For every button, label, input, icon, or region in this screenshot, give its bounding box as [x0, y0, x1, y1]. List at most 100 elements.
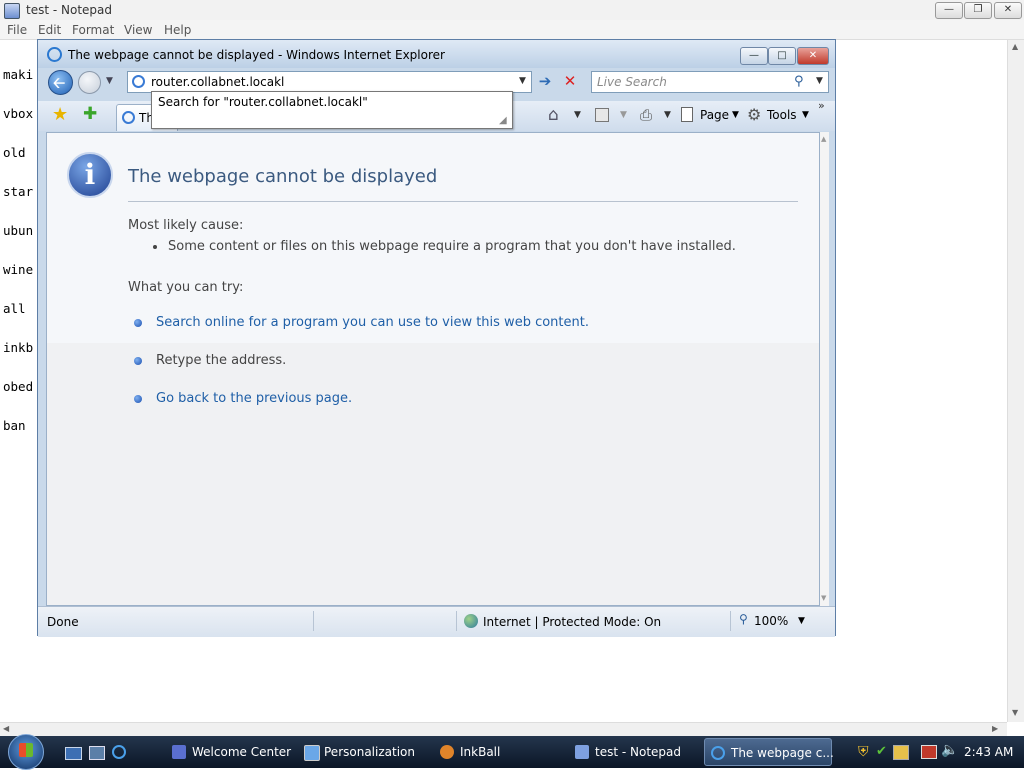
switch-windows-icon[interactable]	[89, 746, 105, 760]
notepad-close-button[interactable]: ✕	[994, 2, 1022, 19]
recent-pages-dropdown-icon[interactable]: ▼	[106, 76, 113, 86]
inkball-icon	[440, 745, 454, 759]
status-bar: Done Internet | Protected Mode: On ⚲ 100…	[38, 606, 835, 637]
info-icon: i	[67, 152, 113, 198]
error-heading: The webpage cannot be displayed	[128, 166, 438, 187]
tray-app-icon[interactable]	[893, 745, 909, 760]
search-online-link[interactable]: Search online for a program you can use …	[156, 315, 589, 330]
action-bullet-icon	[134, 395, 142, 403]
chevron-more-icon[interactable]: »	[818, 99, 825, 112]
heading-divider	[128, 201, 798, 202]
status-text: Done	[47, 615, 79, 629]
stop-button[interactable]: ✕	[560, 72, 580, 92]
taskbar-item-ie[interactable]: The webpage c...	[704, 738, 834, 766]
feeds-icon[interactable]	[595, 108, 609, 122]
notepad-horizontal-scrollbar[interactable]: ◀ ▶	[0, 722, 1007, 737]
notepad-minimize-button[interactable]: —	[935, 2, 963, 19]
home-dropdown-icon[interactable]: ▼	[574, 110, 581, 120]
print-dropdown-icon[interactable]: ▼	[664, 110, 671, 120]
page-icon	[681, 107, 693, 122]
print-icon[interactable]: ⎙	[640, 106, 652, 124]
taskbar-item-personalization[interactable]: Personalization	[298, 738, 428, 766]
address-input[interactable]: router.collabnet.locakl	[151, 75, 284, 89]
ie-close-button[interactable]: ✕	[797, 47, 829, 65]
back-arrow-icon: 🡠	[53, 74, 66, 92]
taskbar-item-label: test - Notepad	[595, 745, 681, 759]
search-icon[interactable]: ⚲	[794, 74, 804, 89]
volume-icon[interactable]: 🔈	[941, 742, 958, 758]
search-suggestion-item[interactable]: Search for "router.collabnet.locakl"	[158, 95, 368, 109]
text-line: inkb	[3, 340, 34, 355]
zoom-icon[interactable]: ⚲	[739, 612, 748, 626]
scroll-right-arrow-icon[interactable]: ▶	[992, 724, 998, 733]
menu-format[interactable]: Format	[72, 23, 114, 37]
taskbar-item-welcome-center[interactable]: Welcome Center	[166, 738, 291, 766]
address-dropdown-icon[interactable]: ▼	[519, 76, 526, 86]
security-shield-icon[interactable]: ⛨	[858, 744, 869, 760]
live-search-box[interactable]: Live Search ⚲ ▼	[591, 71, 829, 93]
notepad-title: test - Notepad	[26, 3, 112, 17]
security-zone-text[interactable]: Internet | Protected Mode: On	[483, 615, 661, 629]
resize-grip-icon[interactable]: ◢	[499, 115, 507, 126]
menu-edit[interactable]: Edit	[38, 23, 61, 37]
menu-file[interactable]: File	[7, 23, 27, 37]
menu-help[interactable]: Help	[164, 23, 191, 37]
scroll-down-arrow-icon[interactable]: ▼	[1012, 708, 1018, 717]
start-button[interactable]	[8, 734, 44, 770]
ie-window-title: The webpage cannot be displayed - Window…	[68, 48, 445, 62]
taskbar-item-notepad[interactable]: test - Notepad	[569, 738, 697, 766]
add-favorites-icon[interactable]: ✚	[83, 104, 97, 124]
tools-menu-label: Tools	[767, 108, 797, 122]
page-dropdown-icon: ▼	[732, 110, 739, 120]
show-desktop-icon[interactable]	[65, 747, 82, 760]
text-line: wine	[3, 262, 34, 277]
ie-logo-icon	[47, 47, 62, 62]
zoom-dropdown-icon[interactable]: ▼	[798, 616, 805, 626]
page-menu-label: Page	[700, 108, 730, 122]
tools-dropdown-icon: ▼	[802, 110, 809, 120]
content-scrollbar[interactable]: ▲ ▼	[820, 132, 829, 606]
gear-icon: ⚙	[747, 105, 762, 124]
try-label: What you can try:	[128, 280, 244, 295]
scroll-left-arrow-icon[interactable]: ◀	[3, 724, 9, 733]
text-line: ban	[3, 418, 34, 433]
menu-view[interactable]: View	[124, 23, 152, 37]
network-icon[interactable]	[921, 745, 937, 759]
quick-launch-ie-icon[interactable]	[112, 745, 126, 759]
clock[interactable]: 2:43 AM	[964, 745, 1013, 759]
favorites-star-icon[interactable]: ★	[52, 104, 68, 125]
page-ie-icon	[132, 75, 145, 88]
text-line: maki	[3, 67, 34, 82]
ie-maximize-button[interactable]: □	[768, 47, 796, 65]
search-options-dropdown-icon[interactable]: ▼	[816, 76, 823, 86]
go-back-link[interactable]: Go back to the previous page.	[156, 391, 352, 406]
text-line: old	[3, 145, 34, 160]
forward-button[interactable]	[78, 71, 101, 94]
taskbar-item-label: The webpage c...	[731, 746, 834, 760]
scroll-up-arrow-icon[interactable]: ▲	[1012, 42, 1018, 51]
globe-icon	[464, 614, 478, 628]
tray-check-icon[interactable]: ✔	[876, 744, 887, 759]
notepad-menu-bar: File Edit Format View Help	[0, 20, 1024, 40]
live-search-input[interactable]: Live Search	[597, 75, 667, 89]
status-divider	[456, 611, 457, 631]
taskbar-item-label: Personalization	[324, 745, 415, 759]
address-bar[interactable]: router.collabnet.locakl ▼	[127, 71, 532, 93]
ie-title-bar: The webpage cannot be displayed - Window…	[38, 40, 835, 68]
address-suggestion-dropdown[interactable]: Search for "router.collabnet.locakl" ◢	[151, 91, 513, 129]
taskbar-item-inkball[interactable]: InkBall	[434, 738, 559, 766]
content-scroll-down-icon[interactable]: ▼	[821, 594, 826, 602]
home-icon[interactable]: ⌂	[548, 105, 559, 125]
taskbar-item-label: InkBall	[460, 745, 501, 759]
go-button[interactable]: ➔	[535, 72, 555, 92]
cause-bullet	[153, 245, 157, 249]
content-scroll-up-icon[interactable]: ▲	[821, 135, 826, 143]
tab-ie-icon	[122, 111, 135, 124]
notepad-vertical-scrollbar[interactable]: ▲ ▼	[1007, 40, 1024, 722]
notepad-restore-button[interactable]: ❐	[964, 2, 992, 19]
ie-minimize-button[interactable]: —	[740, 47, 768, 65]
back-button[interactable]: 🡠	[48, 70, 73, 95]
zoom-level[interactable]: 100%	[754, 614, 788, 628]
action-bullet-icon	[134, 319, 142, 327]
feeds-dropdown-icon[interactable]: ▼	[620, 110, 627, 120]
